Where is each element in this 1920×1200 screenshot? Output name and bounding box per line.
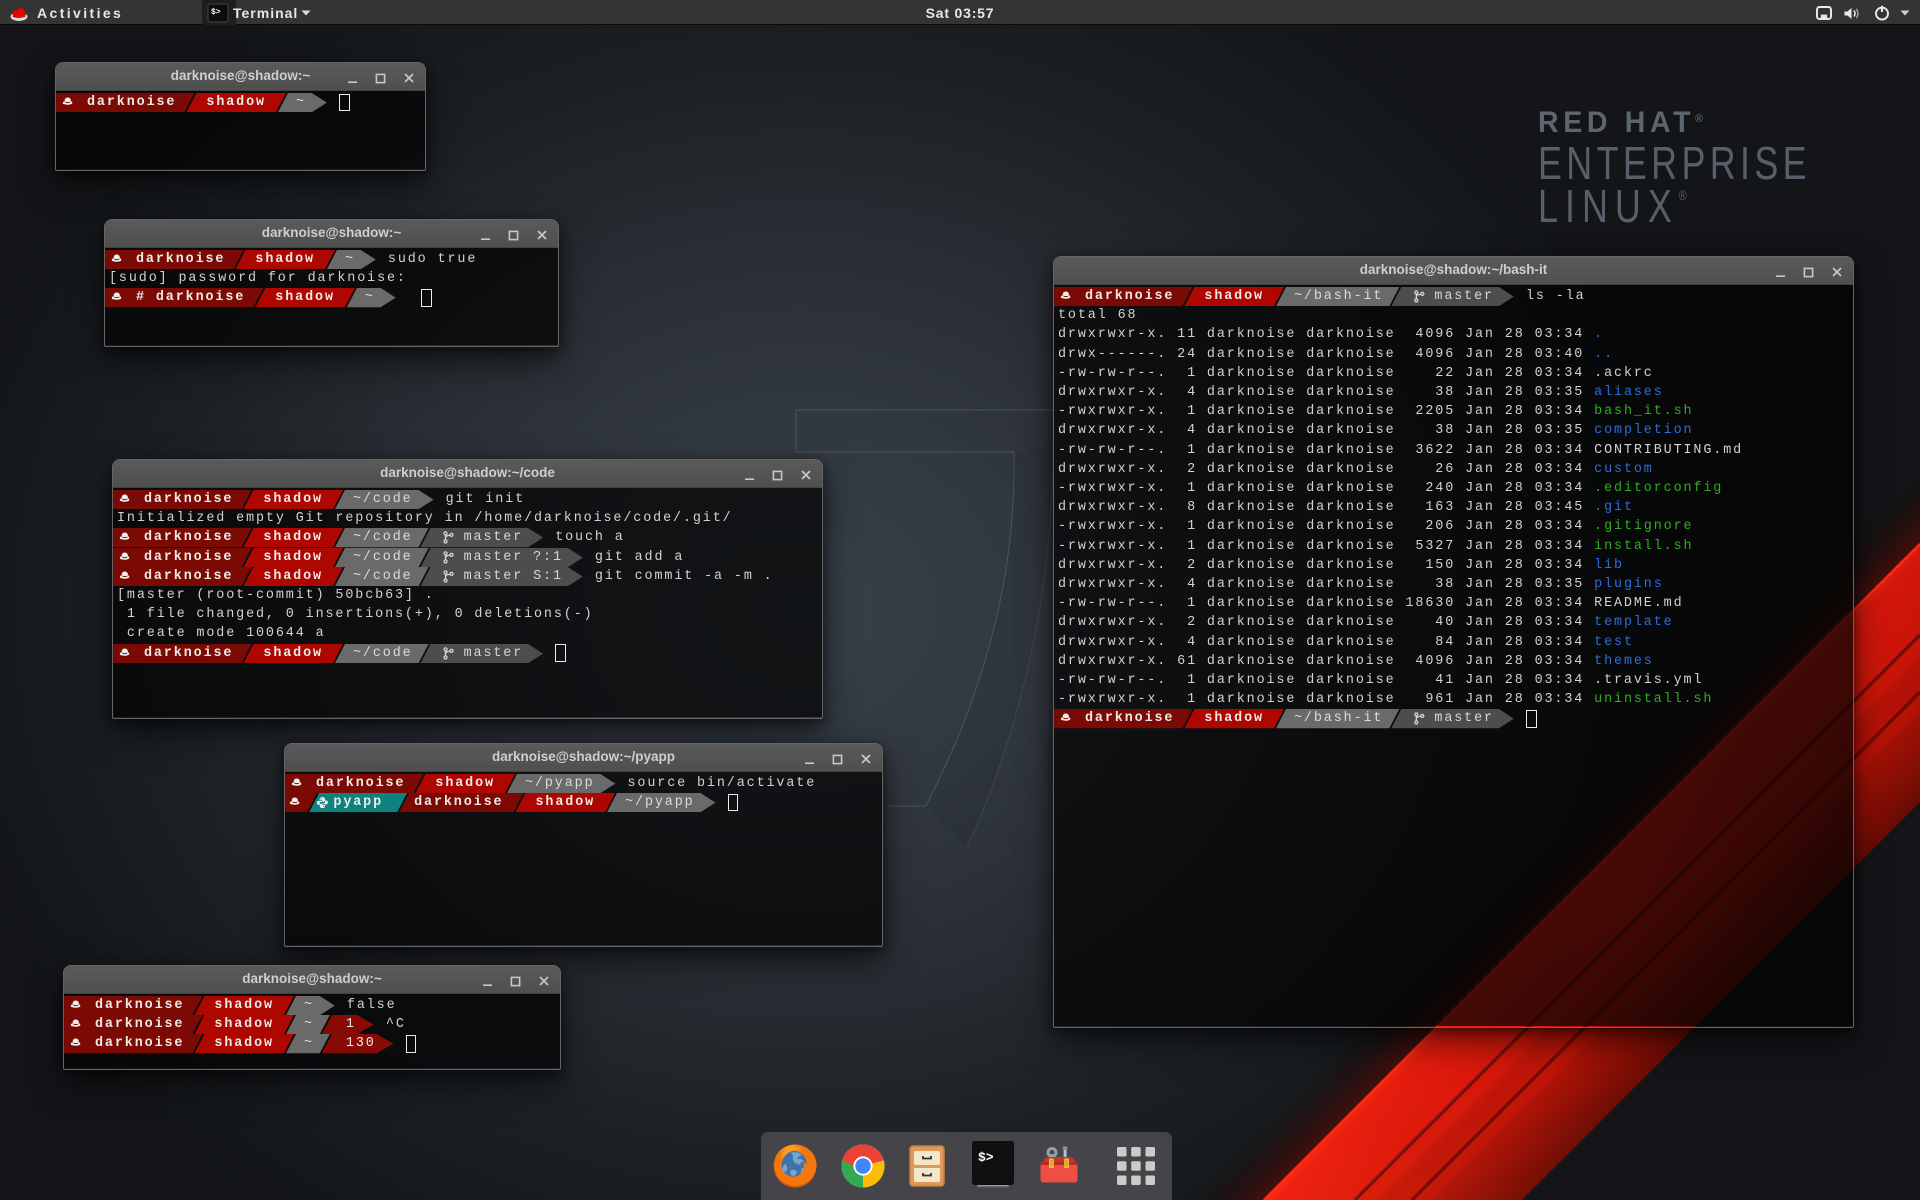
svg-text:$>: $>: [978, 1150, 994, 1165]
svg-text:$>: $>: [211, 8, 221, 17]
